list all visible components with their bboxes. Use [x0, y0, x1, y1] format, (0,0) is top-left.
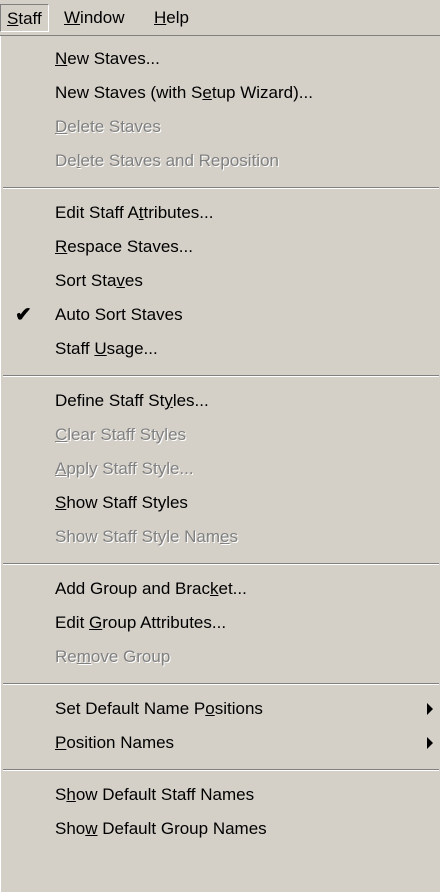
menu-item-respace-staves[interactable]: Respace Staves...	[1, 230, 440, 264]
menu-item-delete-staves-reposition: Delete Staves and Reposition	[1, 144, 440, 178]
menu-item-new-staves-wizard[interactable]: New Staves (with Setup Wizard)...	[1, 76, 440, 110]
menu-item-sort-staves[interactable]: Sort Staves	[1, 264, 440, 298]
menu-item-set-default-name-positions[interactable]: Set Default Name Positions	[1, 692, 440, 726]
menu-item-staff-usage[interactable]: Staff Usage...	[1, 332, 440, 366]
menu-item-label: Auto Sort Staves	[55, 305, 183, 324]
menu-bar: Staff Window Help	[0, 0, 440, 36]
staff-menu: New Staves... New Staves (with Setup Wiz…	[0, 36, 440, 892]
menu-item-label: Edit Staff Attributes...	[55, 203, 214, 222]
screen: Staff Window Help New Staves... New Stav…	[0, 0, 440, 892]
menu-item-label: Apply Staff Style...	[55, 459, 194, 478]
menubar-window[interactable]: Window	[58, 4, 130, 32]
menu-item-label: Position Names	[55, 733, 175, 752]
menu-item-new-staves[interactable]: New Staves...	[1, 42, 440, 76]
menu-item-label: Clear Staff Styles	[55, 425, 187, 444]
menu-separator	[3, 375, 439, 377]
menu-item-clear-staff-styles: Clear Staff Styles	[1, 418, 440, 452]
menu-item-label: Sort Staves	[55, 271, 143, 290]
menu-item-label: Set Default Name Positions	[55, 699, 263, 718]
menu-item-label: Delete Staves and Reposition	[55, 151, 279, 170]
menu-item-define-staff-styles[interactable]: Define Staff Styles...	[1, 384, 440, 418]
menu-item-show-default-staff-names[interactable]: Show Default Staff Names	[1, 778, 440, 812]
menu-item-label: Add Group and Bracket...	[55, 579, 247, 598]
menu-item-label: Define Staff Styles...	[55, 391, 209, 410]
menu-item-label: Show Default Staff Names	[55, 785, 255, 804]
menu-item-auto-sort-staves[interactable]: ✔ Auto Sort Staves	[1, 298, 440, 332]
menu-item-apply-staff-style: Apply Staff Style...	[1, 452, 440, 486]
menu-item-remove-group: Remove Group	[1, 640, 440, 674]
menu-item-edit-staff-attributes[interactable]: Edit Staff Attributes...	[1, 196, 440, 230]
menu-item-label: Edit Group Attributes...	[55, 613, 227, 632]
checkmark-icon: ✔	[15, 304, 32, 326]
menu-separator	[3, 769, 439, 771]
menu-item-add-group-bracket[interactable]: Add Group and Bracket...	[1, 572, 440, 606]
menu-separator	[3, 563, 439, 565]
menu-item-label: Staff Usage...	[55, 339, 158, 358]
menu-separator	[3, 187, 439, 189]
menu-separator	[3, 683, 439, 685]
menubar-help[interactable]: Help	[148, 4, 195, 32]
submenu-arrow-icon	[427, 737, 433, 749]
menu-item-delete-staves: Delete Staves	[1, 110, 440, 144]
menubar-staff[interactable]: Staff	[0, 4, 49, 32]
submenu-arrow-icon	[427, 703, 433, 715]
menu-item-label: New Staves...	[55, 49, 160, 68]
menu-item-label: Show Staff Styles	[55, 493, 188, 512]
menu-item-show-staff-styles[interactable]: Show Staff Styles	[1, 486, 440, 520]
menu-item-label: Remove Group	[55, 647, 171, 666]
menu-item-position-names[interactable]: Position Names	[1, 726, 440, 760]
menu-item-show-staff-style-names: Show Staff Style Names	[1, 520, 440, 554]
menu-item-label: New Staves (with Setup Wizard)...	[55, 83, 313, 102]
menu-item-label: Delete Staves	[55, 117, 161, 136]
menu-item-edit-group-attributes[interactable]: Edit Group Attributes...	[1, 606, 440, 640]
menu-item-label: Respace Staves...	[55, 237, 193, 256]
menu-item-label: Show Staff Style Names	[55, 527, 239, 546]
menu-item-show-default-group-names[interactable]: Show Default Group Names	[1, 812, 440, 846]
menu-item-label: Show Default Group Names	[55, 819, 267, 838]
